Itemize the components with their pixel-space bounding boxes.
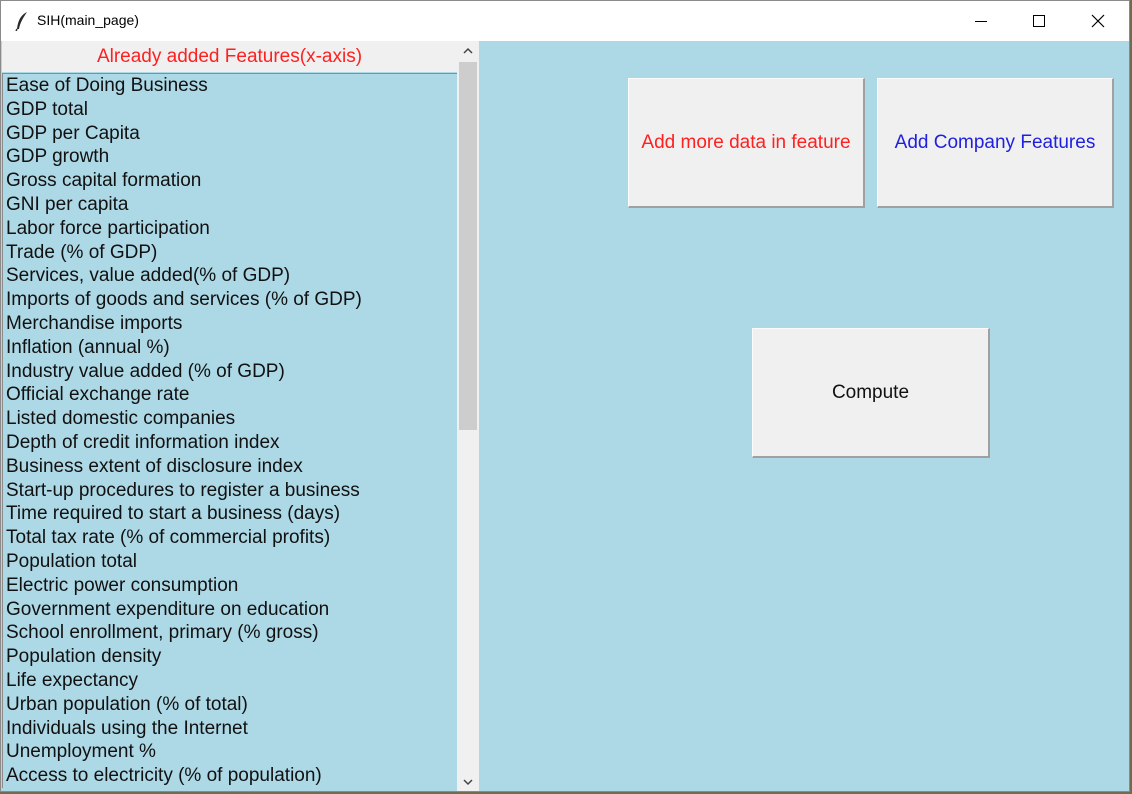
feature-list-item[interactable]: Services, value added(% of GDP) <box>6 264 457 288</box>
main-window: SIH(main_page) Already added Features(x-… <box>0 0 1130 792</box>
feature-list-item[interactable]: Official exchange rate <box>6 383 457 407</box>
feature-list-item[interactable]: Time required to start a business (days) <box>6 502 457 526</box>
features-panel: Already added Features(x-axis) Ease of D… <box>2 41 457 791</box>
feature-list-item[interactable]: Listed domestic companies <box>6 407 457 431</box>
feature-list-item[interactable]: Trade (% of GDP) <box>6 241 457 265</box>
feature-list-item[interactable]: Government expenditure on education <box>6 598 457 622</box>
compute-button[interactable]: Compute <box>752 328 990 458</box>
feature-list-item[interactable]: Imports of goods and services (% of GDP) <box>6 288 457 312</box>
scroll-up-button[interactable] <box>457 41 479 61</box>
chevron-down-icon <box>463 779 473 786</box>
feature-list-item[interactable]: Population density <box>6 645 457 669</box>
feature-list-item[interactable]: Start-up procedures to register a busine… <box>6 479 457 503</box>
feature-list-item[interactable]: GNI per capita <box>6 193 457 217</box>
minimize-icon <box>975 21 987 22</box>
maximize-icon <box>1033 15 1045 27</box>
feature-list-item[interactable]: Urban population (% of total) <box>6 693 457 717</box>
feature-list-item[interactable]: Electric power consumption <box>6 574 457 598</box>
feature-list-item[interactable]: Gross capital formation <box>6 169 457 193</box>
feature-list-item[interactable]: Inflation (annual %) <box>6 336 457 360</box>
feature-list-item[interactable]: Business extent of disclosure index <box>6 455 457 479</box>
feather-icon <box>15 11 29 32</box>
feature-list-item[interactable]: GDP growth <box>6 145 457 169</box>
add-company-features-button[interactable]: Add Company Features <box>877 78 1114 208</box>
features-listbox[interactable]: Ease of Doing Business GDP total GDP per C… <box>2 73 457 788</box>
close-button[interactable] <box>1069 1 1127 41</box>
feature-list-item[interactable]: Labor force participation <box>6 217 457 241</box>
add-more-data-button[interactable]: Add more data in feature <box>628 78 865 208</box>
feature-list-item[interactable]: Industry value added (% of GDP) <box>6 360 457 384</box>
features-scrollbar[interactable] <box>457 41 479 791</box>
close-icon <box>1091 14 1105 28</box>
minimize-button[interactable] <box>952 1 1010 41</box>
feature-list-item[interactable]: GDP total <box>6 98 457 122</box>
feature-list-item[interactable]: School enrollment, primary (% gross) <box>6 621 457 645</box>
title-bar[interactable]: SIH(main_page) <box>1 1 1129 41</box>
feature-list-item[interactable]: Depth of credit information index <box>6 431 457 455</box>
features-list-header: Already added Features(x-axis) <box>2 41 457 72</box>
feature-list-item[interactable]: Individuals using the Internet <box>6 717 457 741</box>
maximize-button[interactable] <box>1010 1 1068 41</box>
feature-list-item[interactable]: Unemployment % <box>6 740 457 764</box>
feature-list-item[interactable]: Merchandise imports <box>6 312 457 336</box>
scroll-thumb[interactable] <box>459 62 477 430</box>
feature-list-item[interactable]: GDP per Capita <box>6 122 457 146</box>
feature-list-item[interactable]: Access to electricity (% of population) <box>6 764 457 788</box>
feature-list-item[interactable]: Population total <box>6 550 457 574</box>
feature-list-item[interactable]: Total tax rate (% of commercial profits) <box>6 526 457 550</box>
window-title: SIH(main_page) <box>37 12 139 28</box>
feature-list-item[interactable]: Ease of Doing Business <box>6 74 457 98</box>
scroll-down-button[interactable] <box>457 772 479 791</box>
feature-list-item[interactable]: Life expectancy <box>6 669 457 693</box>
chevron-up-icon <box>463 47 473 54</box>
